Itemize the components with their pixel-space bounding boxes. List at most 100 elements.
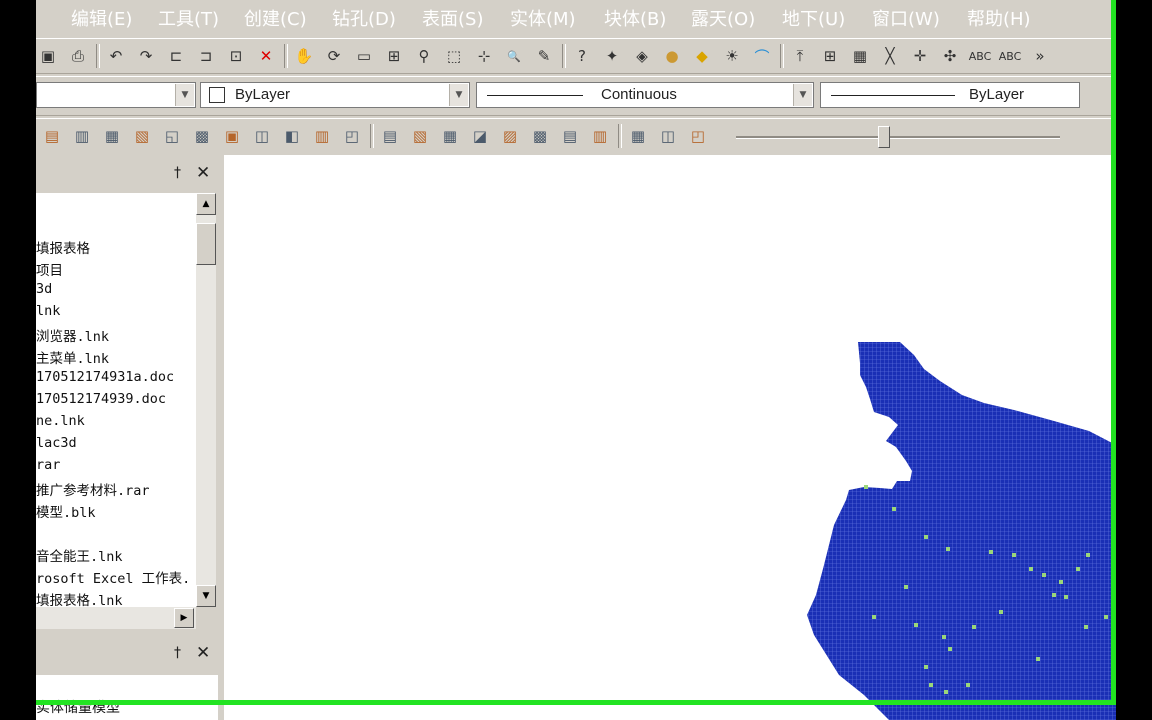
horizontal-scrollbar[interactable]: ▶ — [36, 607, 196, 629]
redo-icon[interactable]: ↷ — [134, 44, 158, 68]
slider-thumb[interactable] — [878, 126, 890, 148]
model-tool-icon[interactable]: ▥ — [310, 124, 334, 148]
menu-item[interactable]: 块体(B) — [604, 5, 666, 31]
menu-item[interactable]: 创建(C) — [244, 5, 307, 31]
list-item[interactable]: 音全能王.lnk — [36, 545, 123, 565]
zoom-z-icon[interactable]: ⊡ — [224, 44, 248, 68]
model-tool-icon[interactable]: ◰ — [340, 124, 364, 148]
vertical-scrollbar[interactable]: ▲ ▼ — [196, 193, 216, 607]
list-item[interactable]: rosoft Excel 工作表. — [36, 567, 190, 587]
model-tool-icon[interactable]: ▧ — [408, 124, 432, 148]
menu-item[interactable]: 露天(O) — [691, 5, 755, 31]
menu-item[interactable]: 帮助(H) — [967, 5, 1031, 31]
select-icon[interactable]: ⬚ — [442, 44, 466, 68]
model-tool-icon[interactable]: ▥ — [588, 124, 612, 148]
menu-item[interactable]: 工具(T) — [158, 5, 219, 31]
help-icon[interactable]: ? — [570, 44, 594, 68]
menu-item[interactable]: 钻孔(D) — [332, 5, 396, 31]
list-item[interactable]: 主菜单.lnk — [36, 347, 109, 367]
zoom-window-icon[interactable]: ⊞ — [382, 44, 406, 68]
list-item[interactable]: rar — [36, 457, 60, 473]
model-tool-icon[interactable]: ◫ — [250, 124, 274, 148]
pin-icon[interactable]: † — [174, 645, 181, 661]
rotate-icon[interactable]: ⟳ — [322, 44, 346, 68]
list-item[interactable]: 项目 — [36, 259, 63, 279]
pan-icon[interactable]: ✋ — [292, 44, 316, 68]
axis2-icon[interactable]: ✣ — [938, 44, 962, 68]
model-tool-icon[interactable]: ▨ — [498, 124, 522, 148]
list-item[interactable]: 填报表格 — [36, 237, 90, 257]
model-tool-icon[interactable]: ◧ — [280, 124, 304, 148]
grid-box-icon[interactable]: ▦ — [848, 44, 872, 68]
list-item[interactable]: lnk — [36, 303, 60, 319]
model-tool-icon[interactable]: ▦ — [100, 124, 124, 148]
orbit-icon[interactable]: ◈ — [630, 44, 654, 68]
zoom-realtime-icon[interactable]: ⚲ — [412, 44, 436, 68]
zoom-extent-icon[interactable]: ▭ — [352, 44, 376, 68]
arc-icon[interactable]: ⌒ — [750, 44, 774, 68]
more-icon[interactable]: » — [1028, 44, 1052, 68]
list-item[interactable]: 浏览器.lnk — [36, 325, 109, 345]
model-tool-icon[interactable]: ◱ — [160, 124, 184, 148]
light-icon[interactable]: ☀ — [720, 44, 744, 68]
scroll-down-icon[interactable]: ▼ — [196, 585, 216, 607]
scroll-thumb[interactable] — [196, 223, 216, 265]
model-tool-icon[interactable]: ◫ — [656, 124, 680, 148]
menu-item[interactable]: 地下(U) — [782, 5, 845, 31]
model-tool-icon[interactable]: ▩ — [528, 124, 552, 148]
menu-item[interactable]: 实体(M) — [510, 5, 576, 31]
close-icon[interactable]: ✕ — [196, 643, 210, 663]
pen-icon[interactable]: ✎ — [532, 44, 556, 68]
scroll-right-icon[interactable]: ▶ — [174, 608, 194, 628]
grid-icon[interactable]: ⊞ — [818, 44, 842, 68]
model-tool-icon[interactable]: ▤ — [40, 124, 64, 148]
delete-icon[interactable]: ✕ — [254, 44, 278, 68]
model-tool-icon[interactable]: ◰ — [686, 124, 710, 148]
zoom-y-icon[interactable]: ⊐ — [194, 44, 218, 68]
scroll-up-icon[interactable]: ▲ — [196, 193, 216, 215]
chevron-down-icon[interactable]: ▼ — [793, 84, 812, 106]
list-item[interactable]: 170512174939.doc — [36, 391, 166, 407]
model-tool-icon[interactable]: ▤ — [378, 124, 402, 148]
model-tool-icon[interactable]: ▩ — [190, 124, 214, 148]
list-item[interactable]: 推广参考材料.rar — [36, 479, 150, 499]
magnify-icon[interactable]: 🔍 — [502, 44, 526, 68]
pin-icon[interactable]: † — [174, 165, 181, 181]
color-combo[interactable]: ByLayer ▼ — [200, 82, 470, 108]
undo-icon[interactable]: ↶ — [104, 44, 128, 68]
model-tool-icon[interactable]: ▦ — [438, 124, 462, 148]
text-abc2-icon[interactable]: ABC — [998, 44, 1022, 68]
axis-icon[interactable]: ✛ — [908, 44, 932, 68]
list-item[interactable]: 填报表格.lnk — [36, 589, 123, 609]
menu-item[interactable]: 编辑(E) — [71, 5, 132, 31]
model-tool-icon[interactable]: ▥ — [70, 124, 94, 148]
navigate-icon[interactable]: ✦ — [600, 44, 624, 68]
list-item[interactable]: 模型.blk — [36, 501, 96, 521]
save-icon[interactable]: ▣ — [36, 44, 60, 68]
model-tool-icon[interactable]: ▣ — [220, 124, 244, 148]
model-tool-icon[interactable]: ▦ — [626, 124, 650, 148]
close-icon[interactable]: ✕ — [196, 163, 210, 183]
transparency-slider[interactable] — [728, 124, 1068, 150]
model-tool-icon[interactable]: ◪ — [468, 124, 492, 148]
model-tool-icon[interactable]: ▤ — [558, 124, 582, 148]
print-icon[interactable]: ⎙ — [66, 44, 90, 68]
list-item[interactable]: 170512174931a.doc — [36, 369, 174, 385]
model-tool-icon[interactable]: ▧ — [130, 124, 154, 148]
list-item[interactable]: lac3d — [36, 435, 77, 451]
layer-combo[interactable]: ▼ — [36, 82, 196, 108]
list-item[interactable]: ne.lnk — [36, 413, 85, 429]
snap-icon[interactable]: ⊹ — [472, 44, 496, 68]
chevron-down-icon[interactable]: ▼ — [449, 84, 468, 106]
chevron-down-icon[interactable]: ▼ — [175, 84, 194, 106]
drawing-viewport[interactable] — [224, 155, 1116, 720]
menu-item[interactable]: 表面(S) — [422, 5, 483, 31]
lineweight-combo[interactable]: ByLayer — [820, 82, 1080, 108]
list-item[interactable]: 3d — [36, 281, 52, 297]
zoom-x-icon[interactable]: ⊏ — [164, 44, 188, 68]
cross-icon[interactable]: ╳ — [878, 44, 902, 68]
color-wheel-icon[interactable]: ● — [660, 44, 684, 68]
menu-item[interactable]: 窗口(W) — [872, 5, 940, 31]
tree-item[interactable]: 实体储量模型 — [36, 697, 120, 717]
pick-icon[interactable]: ⤒ — [788, 44, 812, 68]
